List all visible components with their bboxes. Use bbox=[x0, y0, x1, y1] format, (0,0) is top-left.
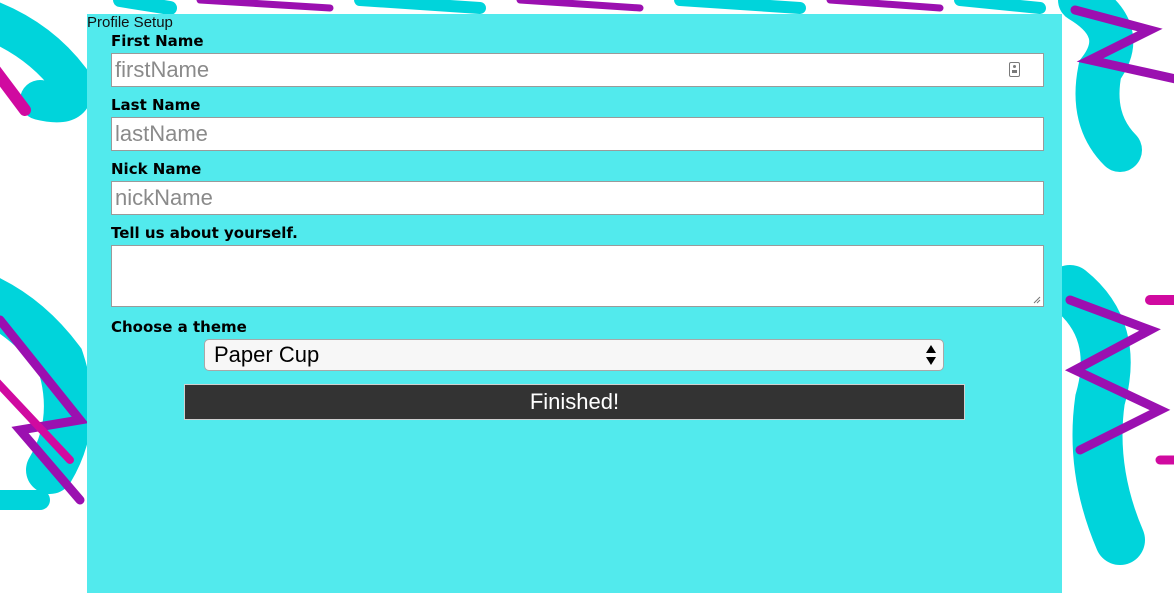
finished-button[interactable]: Finished! bbox=[184, 384, 965, 420]
theme-select-value: Paper Cup bbox=[214, 342, 320, 367]
resize-grip-icon[interactable] bbox=[1033, 296, 1041, 304]
nick-name-input[interactable] bbox=[111, 181, 1044, 215]
contact-card-icon[interactable] bbox=[1009, 62, 1020, 77]
theme-label: Choose a theme bbox=[111, 318, 247, 336]
theme-select[interactable]: Paper Cup bbox=[204, 339, 944, 371]
about-textarea[interactable] bbox=[111, 245, 1044, 307]
profile-setup-panel: Profile Setup First Name Last Name Nick … bbox=[87, 14, 1062, 593]
first-name-label: First Name bbox=[111, 32, 204, 50]
up-down-arrows-icon bbox=[926, 345, 936, 365]
about-label: Tell us about yourself. bbox=[111, 224, 298, 242]
nick-name-label: Nick Name bbox=[111, 160, 202, 178]
last-name-label: Last Name bbox=[111, 96, 201, 114]
panel-title: Profile Setup bbox=[87, 14, 173, 31]
first-name-input[interactable] bbox=[111, 53, 1044, 87]
last-name-input[interactable] bbox=[111, 117, 1044, 151]
